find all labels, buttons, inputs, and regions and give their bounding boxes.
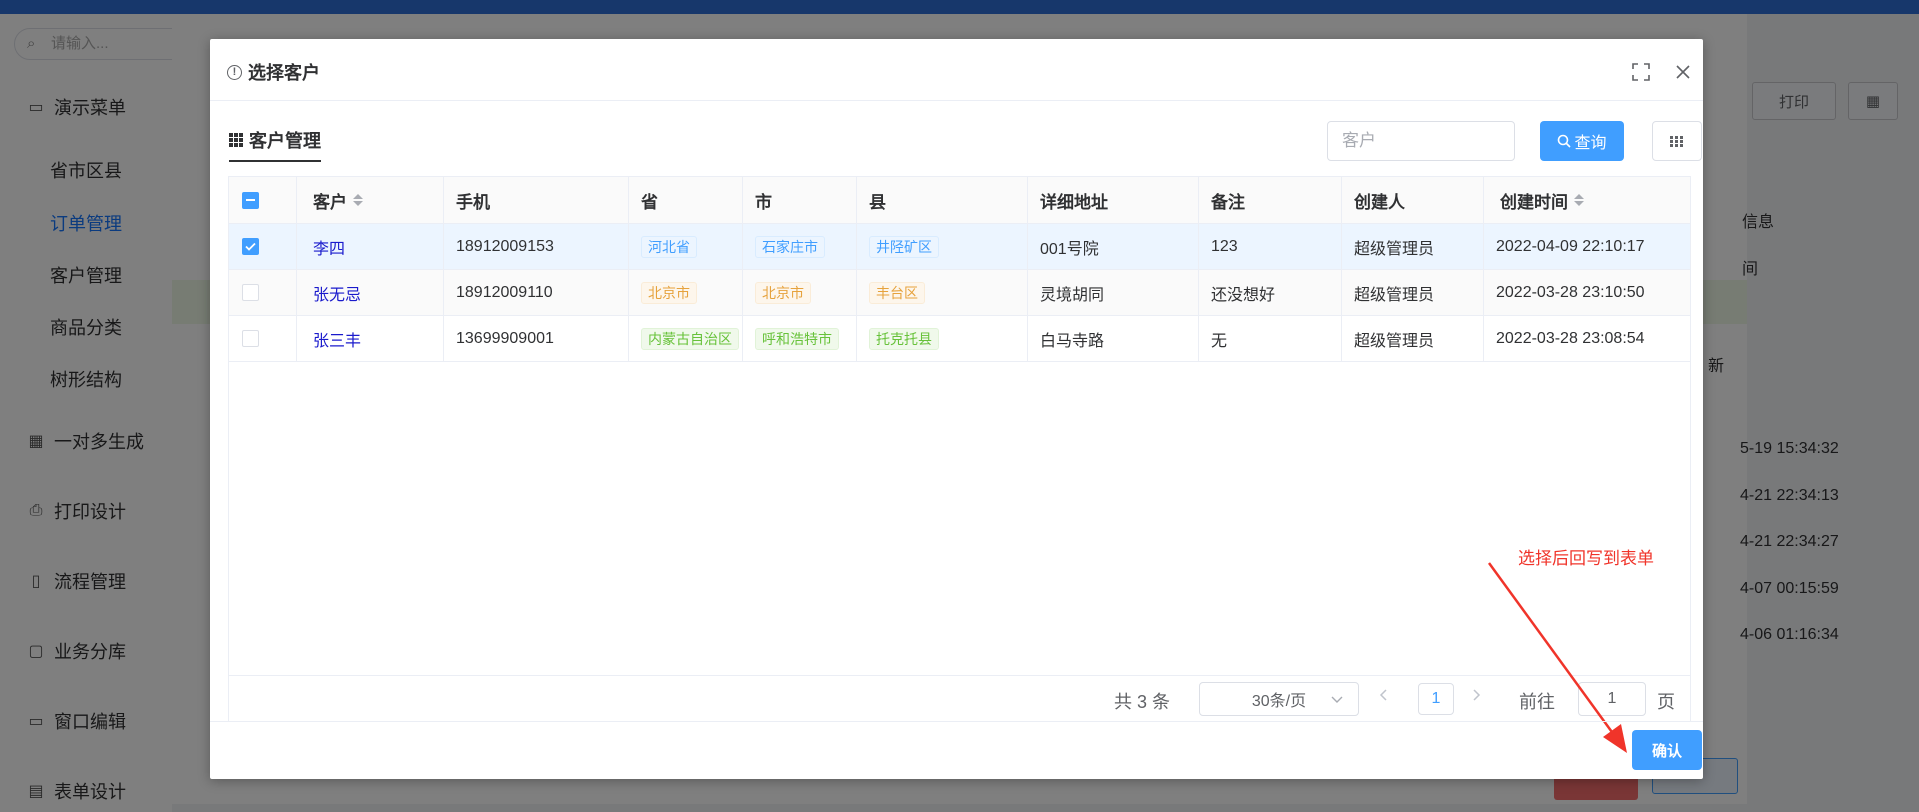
confirm-button[interactable]: 确认 <box>1632 730 1702 770</box>
column-header-created[interactable]: 创建时间 <box>1484 177 1692 223</box>
next-page-button[interactable] <box>1471 688 1481 707</box>
creator-cell: 超级管理员 <box>1342 270 1484 315</box>
select-all-checkbox[interactable] <box>242 191 259 209</box>
remark-cell: 无 <box>1199 316 1342 361</box>
info-icon: ! <box>227 64 242 80</box>
chevron-down-icon <box>1331 696 1343 703</box>
close-icon <box>1676 65 1690 79</box>
county-cell: 井陉矿区 <box>857 224 1028 269</box>
province-tag: 河北省 <box>641 235 697 258</box>
check-icon <box>245 242 256 251</box>
dialog-footer-divider <box>210 721 1703 722</box>
province-cell: 北京市 <box>629 270 743 315</box>
sort-icon[interactable] <box>353 194 363 206</box>
search-icon <box>1558 134 1572 148</box>
county-tag: 井陉矿区 <box>869 235 939 258</box>
address-cell: 白马寺路 <box>1028 316 1199 361</box>
province-tag: 北京市 <box>641 281 697 304</box>
column-header-province: 省 <box>629 177 743 223</box>
phone-cell: 18912009153 <box>444 224 629 269</box>
column-header-customer[interactable]: 客户 <box>297 177 444 223</box>
row-select-cell <box>229 316 297 361</box>
creator-cell: 超级管理员 <box>1342 224 1484 269</box>
tab-customer-management[interactable]: 客户管理 <box>229 127 321 162</box>
column-header-phone: 手机 <box>444 177 629 223</box>
dialog-header: ! 选择客户 <box>210 39 1703 101</box>
customer-name-link[interactable]: 张三丰 <box>297 316 444 361</box>
sort-icon[interactable] <box>1574 194 1584 206</box>
maximize-button[interactable] <box>1632 63 1650 81</box>
columns-toggle-button[interactable] <box>1652 121 1702 161</box>
city-tag: 北京市 <box>755 281 811 304</box>
dialog-title: ! 选择客户 <box>227 59 320 85</box>
close-button[interactable] <box>1674 63 1692 81</box>
address-cell: 灵境胡同 <box>1028 270 1199 315</box>
chevron-right-icon <box>1473 689 1481 701</box>
created-cell: 2022-04-09 22:10:17 <box>1496 237 1645 255</box>
city-tag: 石家庄市 <box>755 235 825 258</box>
chevron-left-icon <box>1379 689 1387 701</box>
county-cell: 丰台区 <box>857 270 1028 315</box>
column-header-creator: 创建人 <box>1342 177 1484 223</box>
grid-icon <box>229 133 243 147</box>
row-select-cell <box>229 224 297 269</box>
county-tag: 托克托县 <box>869 327 939 350</box>
row-checkbox[interactable] <box>242 238 259 255</box>
address-cell: 001号院 <box>1028 224 1199 269</box>
creator-cell: 超级管理员 <box>1342 316 1484 361</box>
city-cell: 石家庄市 <box>743 224 857 269</box>
column-header-remark: 备注 <box>1199 177 1342 223</box>
page-size-select[interactable]: 30条/页 <box>1199 682 1359 716</box>
grid-icon <box>1670 135 1684 147</box>
page-number-button[interactable]: 1 <box>1418 683 1454 715</box>
table-row[interactable]: 张三丰 13699909001 内蒙古自治区 呼和浩特市 托克托县 白马寺路 无… <box>229 316 1690 362</box>
province-cell: 内蒙古自治区 <box>629 316 743 361</box>
select-customer-dialog: ! 选择客户 客户管理 查询 客户 手机 省 市 县 详细地址 备注 创建人 <box>210 39 1703 779</box>
city-cell: 北京市 <box>743 270 857 315</box>
created-cell: 2022-03-28 23:10:50 <box>1496 283 1645 301</box>
pagination-total: 共 3 条 <box>1114 692 1171 712</box>
page-label: 页 <box>1657 692 1675 712</box>
table-row[interactable]: 李四 18912009153 河北省 石家庄市 井陉矿区 001号院 123 超… <box>229 224 1690 270</box>
phone-cell: 13699909001 <box>444 316 629 361</box>
row-checkbox[interactable] <box>242 284 259 301</box>
query-button[interactable]: 查询 <box>1540 121 1624 161</box>
customer-search-input[interactable] <box>1327 121 1515 161</box>
customer-name-link[interactable]: 张无忌 <box>297 270 444 315</box>
column-header-county: 县 <box>857 177 1028 223</box>
prev-page-button[interactable] <box>1379 688 1389 707</box>
column-header-city: 市 <box>743 177 857 223</box>
created-cell: 2022-03-28 23:08:54 <box>1496 329 1645 347</box>
county-tag: 丰台区 <box>869 281 925 304</box>
table-row[interactable]: 张无忌 18912009110 北京市 北京市 丰台区 灵境胡同 还没想好 超级… <box>229 270 1690 316</box>
customer-table: 客户 手机 省 市 县 详细地址 备注 创建人 创建时间 李四 18912009… <box>228 176 1691 722</box>
province-cell: 河北省 <box>629 224 743 269</box>
province-tag: 内蒙古自治区 <box>641 327 739 350</box>
phone-cell: 18912009110 <box>444 270 629 315</box>
city-cell: 呼和浩特市 <box>743 316 857 361</box>
fullscreen-icon <box>1632 63 1650 81</box>
annotation-arrow-icon <box>1487 562 1627 753</box>
select-all-cell <box>229 177 297 223</box>
row-checkbox[interactable] <box>242 330 259 347</box>
county-cell: 托克托县 <box>857 316 1028 361</box>
remark-cell: 还没想好 <box>1199 270 1342 315</box>
customer-name-link[interactable]: 李四 <box>297 224 444 269</box>
table-header: 客户 手机 省 市 县 详细地址 备注 创建人 创建时间 <box>229 177 1690 224</box>
row-select-cell <box>229 270 297 315</box>
column-header-address: 详细地址 <box>1028 177 1199 223</box>
pagination: 共 3 条 30条/页 1 前往 1 页 <box>229 675 1690 721</box>
city-tag: 呼和浩特市 <box>755 327 839 350</box>
remark-cell: 123 <box>1199 224 1342 269</box>
